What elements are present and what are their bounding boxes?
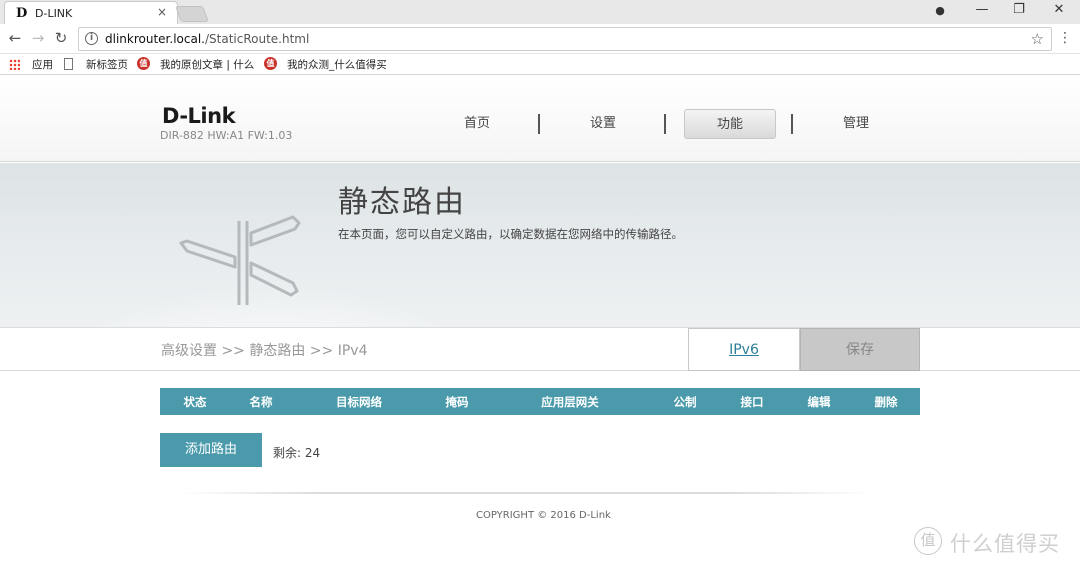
column-edit: 编辑	[807, 395, 831, 409]
remaining-count: 剩余: 24	[273, 446, 321, 460]
browser-titlebar: D D-LINK × ● — ❐ ✕	[0, 0, 1080, 24]
url-text: dlinkrouter.local./StaticRoute.html	[105, 32, 309, 46]
tab-close-icon[interactable]: ×	[157, 5, 167, 19]
nav-management[interactable]: 管理	[810, 109, 902, 139]
copyright: COPYRIGHT © 2016 D-Link	[476, 510, 611, 521]
column-metric: 公制	[673, 395, 697, 409]
browser-tab[interactable]: D D-LINK ×	[4, 1, 178, 24]
page-banner: 静态路由 在本页面，您可以自定义路由，以确定数据在您网络中的传输路径。	[0, 163, 1080, 328]
signpost-icon	[179, 215, 301, 305]
save-button[interactable]: 保存	[800, 328, 920, 371]
info-icon[interactable]: i	[85, 32, 98, 45]
browser-menu-icon[interactable]: ⋮	[1058, 30, 1072, 46]
close-window-button[interactable]: ✕	[1049, 2, 1069, 17]
nav-divider	[791, 114, 793, 134]
dlink-favicon-icon: D	[16, 6, 28, 21]
minimize-button[interactable]: —	[972, 2, 992, 17]
bookmark-my-reviews[interactable]: 我的众测_什么值得买	[287, 57, 387, 72]
forward-icon[interactable]: →	[29, 29, 47, 47]
dlink-logo: D-Link	[162, 104, 236, 128]
page-title: 静态路由	[338, 185, 466, 220]
site-header: D-Link DIR-882 HW:A1 FW:1.03 首页 设置 功能 管理	[0, 76, 1080, 162]
footer-divider	[180, 492, 870, 494]
add-route-button[interactable]: 添加路由	[160, 433, 262, 467]
column-name: 名称	[249, 395, 273, 409]
restore-button[interactable]: ❐	[1009, 2, 1029, 17]
column-delete: 删除	[874, 395, 898, 409]
browser-toolbar: ← → ↻ i dlinkrouter.local./StaticRoute.h…	[0, 24, 1080, 54]
profile-icon[interactable]: ●	[930, 4, 950, 17]
nav-home[interactable]: 首页	[431, 109, 523, 139]
nav-divider	[538, 114, 540, 134]
page-description: 在本页面，您可以自定义路由，以确定数据在您网络中的传输路径。	[338, 227, 683, 241]
bookmark-new-tab[interactable]: 新标签页	[86, 57, 128, 72]
nav-settings[interactable]: 设置	[557, 109, 649, 139]
bookmark-my-articles[interactable]: 我的原创文章 | 什么	[160, 57, 254, 72]
route-table-header: 状态 名称 目标网络 掩码 应用层网关 公制 接口 编辑 删除	[160, 388, 920, 415]
watermark-text: 什么值得买	[950, 532, 1060, 556]
apps-icon	[9, 59, 20, 70]
new-tab-button[interactable]	[175, 6, 209, 22]
smzdm-icon: 值	[137, 57, 150, 70]
column-destination: 目标网络	[336, 395, 382, 409]
back-icon[interactable]: ←	[6, 29, 24, 47]
nav-divider	[664, 114, 666, 134]
address-bar[interactable]: i dlinkrouter.local./StaticRoute.html ☆	[78, 27, 1052, 51]
ipv6-link[interactable]: IPv6	[688, 328, 800, 371]
smzdm-icon: 值	[264, 57, 277, 70]
bookmark-apps[interactable]: 应用	[32, 57, 53, 72]
column-mask: 掩码	[445, 395, 469, 409]
tab-title: D-LINK	[35, 7, 73, 20]
page-icon	[64, 58, 73, 70]
column-status: 状态	[183, 395, 207, 409]
url-path: /StaticRoute.html	[204, 32, 310, 46]
url-host: dlinkrouter.local.	[105, 32, 205, 46]
model-info: DIR-882 HW:A1 FW:1.03	[160, 129, 293, 142]
bookmarks-bar: 应用 新标签页 值 我的原创文章 | 什么 值 我的众测_什么值得买	[0, 54, 1080, 75]
breadcrumb: 高级设置 >> 静态路由 >> IPv4	[161, 343, 368, 359]
breadcrumb-bar: 高级设置 >> 静态路由 >> IPv4 IPv6 保存	[0, 328, 1080, 371]
column-gateway: 应用层网关	[541, 395, 599, 409]
watermark-badge: 值	[914, 527, 942, 555]
column-interface: 接口	[740, 395, 764, 409]
bookmark-star-icon[interactable]: ☆	[1031, 30, 1044, 48]
nav-features[interactable]: 功能	[684, 109, 776, 139]
reload-icon[interactable]: ↻	[52, 29, 70, 47]
